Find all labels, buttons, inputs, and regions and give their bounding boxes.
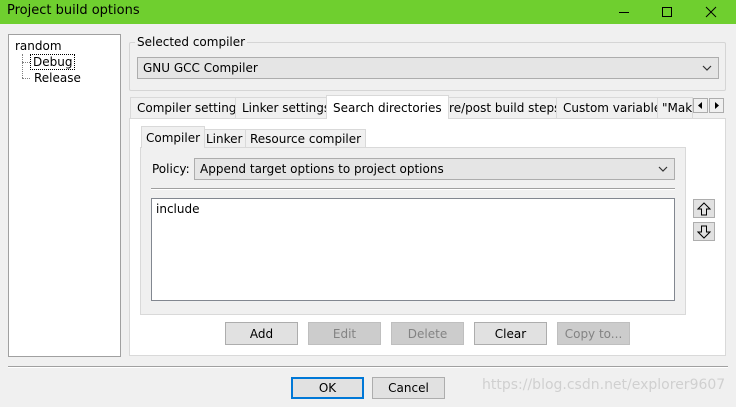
compiler-select[interactable]: GNU GCC Compiler [137,57,719,79]
tab-pre-post-build-steps[interactable]: Pre/post build steps [435,97,568,118]
ok-button[interactable]: OK [291,377,364,399]
policy-select[interactable]: Append target options to project options [194,158,675,180]
inner-tab-resource-compiler[interactable]: Resource compiler [245,129,367,148]
tab-search-directories[interactable]: Search directories [326,95,449,119]
tab-compiler-settings[interactable]: Compiler settings [130,97,250,118]
clear-button[interactable]: Clear [474,322,547,345]
tree-item-debug[interactable]: Debug [30,54,76,70]
copy-to-button[interactable]: Copy to... [557,322,630,345]
inner-tab-compiler[interactable]: Compiler [141,126,206,148]
inner-tab-linker[interactable]: Linker [201,129,248,148]
target-tree[interactable]: random Debug Release [8,34,121,357]
maximize-icon [662,7,672,17]
policy-label: Policy: [152,162,190,176]
chevron-down-icon [658,166,668,172]
selected-compiler-label: Selected compiler [135,35,248,49]
window-title: Project build options [7,3,140,18]
arrow-down-icon [697,225,711,239]
add-button[interactable]: Add [225,322,298,345]
compiler-select-value: GNU GCC Compiler [143,61,258,75]
close-button[interactable] [690,0,732,24]
list-item[interactable]: include [156,202,670,216]
dialog-separator [8,366,728,368]
policy-separator [151,188,675,190]
directories-list[interactable]: include [151,198,675,301]
tab-scroll-left-button[interactable] [693,98,708,113]
tab-make-commands[interactable]: "Make [657,97,693,118]
minimize-icon [619,12,629,13]
edit-button[interactable]: Edit [308,322,381,345]
tree-item-release[interactable]: Release [34,71,81,85]
watermark: https://blog.csdn.net/explorer9607 [482,377,726,393]
delete-button[interactable]: Delete [391,322,464,345]
chevron-down-icon [702,65,712,71]
move-up-button[interactable] [693,199,715,218]
arrow-up-icon [697,201,711,215]
tab-linker-settings[interactable]: Linker settings [235,97,338,118]
tree-root-item[interactable]: random [15,39,62,53]
tab-scroll-right-button[interactable] [709,98,724,113]
policy-select-value: Append target options to project options [200,162,444,176]
move-down-button[interactable] [693,222,715,241]
arrow-left-icon [698,102,702,109]
tree-line [22,54,23,78]
close-icon [705,6,717,18]
cancel-button[interactable]: Cancel [372,377,445,399]
tree-line [22,62,30,63]
minimize-button[interactable] [603,0,645,24]
tree-line [22,78,30,79]
arrow-right-icon [715,102,719,109]
maximize-button[interactable] [646,0,688,24]
